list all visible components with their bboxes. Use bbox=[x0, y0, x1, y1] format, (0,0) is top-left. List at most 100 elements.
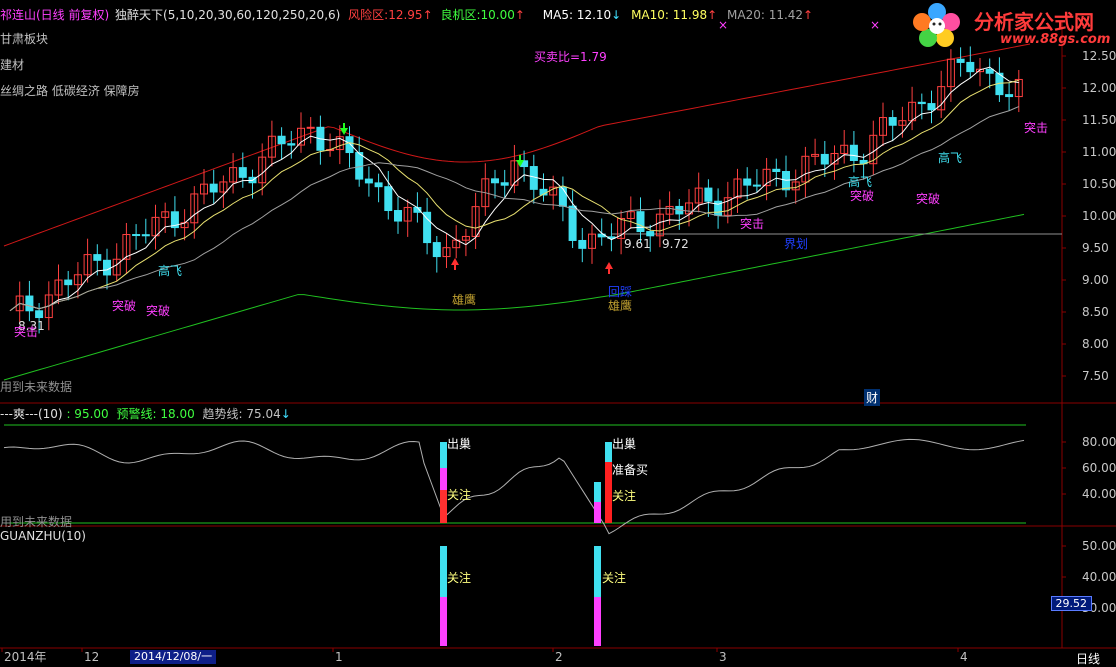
candle-body bbox=[578, 239, 587, 249]
chart-annotation: 突破 bbox=[146, 303, 170, 318]
candle-body bbox=[432, 242, 441, 258]
chart-annotation: 突破 bbox=[112, 298, 136, 313]
indicator2-name[interactable]: GUANZHU(10) bbox=[0, 529, 86, 543]
up-arrow-icon: ↑ bbox=[803, 8, 814, 22]
period-label[interactable]: 日线 bbox=[1076, 650, 1100, 667]
indicator1-header: ---爽---(10) : 95.00 预警线: 18.00 趋势线: 75.0… bbox=[0, 405, 291, 422]
candle-body bbox=[423, 211, 432, 244]
chart-annotation: 9.72 bbox=[662, 237, 689, 251]
candle-body bbox=[849, 144, 858, 161]
buy-arrow-icon bbox=[451, 258, 459, 265]
chart-annotation: 高飞 bbox=[848, 174, 872, 189]
guanzhu-bar bbox=[594, 597, 601, 646]
chart-annotation: 突击 bbox=[14, 324, 38, 339]
down-arrow-icon: ↓ bbox=[611, 8, 622, 22]
future-data-note: 用到未来数据 bbox=[0, 515, 73, 529]
up-arrow-icon: ↑ bbox=[707, 8, 718, 22]
x-axis-label: 1 bbox=[335, 650, 343, 664]
signal-bar bbox=[440, 490, 447, 523]
up-arrow-icon: ↑ bbox=[514, 8, 525, 22]
x-axis-label: 2 bbox=[555, 650, 563, 664]
candle-body bbox=[345, 136, 354, 154]
y-tick-label: 11.50 bbox=[1082, 113, 1116, 127]
signal-bar bbox=[594, 482, 601, 502]
warning-line-label: 预警线: 18.00 bbox=[116, 407, 195, 421]
risk-label: 风险区: bbox=[348, 8, 389, 22]
chart-annotation: 突击 bbox=[740, 216, 764, 231]
candle-body bbox=[558, 186, 567, 207]
marker-icon: × bbox=[870, 18, 880, 32]
ma10-label: MA10: 11.98 bbox=[631, 8, 708, 22]
candle-body bbox=[277, 135, 286, 145]
chart-annotation: 雄鹰 bbox=[452, 292, 476, 307]
candle-body bbox=[384, 186, 393, 212]
sector-label-3: 丝绸之路 低碳经济 保障房 bbox=[0, 84, 140, 98]
x-axis-label: 2014年 bbox=[4, 650, 47, 664]
formula-name[interactable]: 独醉天下(5,10,20,30,60,120,250,20,6) bbox=[115, 8, 340, 22]
y-tick-label: 60.00 bbox=[1082, 461, 1116, 475]
lower-band-line bbox=[3, 213, 1025, 381]
signal-bar bbox=[440, 468, 447, 490]
ma20-line bbox=[9, 106, 1019, 312]
candle-body bbox=[956, 58, 965, 63]
chart-annotation: 高飞 bbox=[938, 150, 962, 165]
candle-body bbox=[772, 168, 781, 173]
cursor-date: 2014/12/08/一 bbox=[130, 650, 217, 664]
chart-header: 祁连山(日线 前复权) 独醉天下(5,10,20,30,60,120,250,2… bbox=[0, 6, 813, 23]
x-axis-label: 4 bbox=[960, 650, 968, 664]
candle-body bbox=[927, 103, 936, 111]
chart-annotation: 9.61 bbox=[624, 237, 651, 251]
y-tick-label: 12.50 bbox=[1082, 49, 1116, 63]
candle-body bbox=[646, 231, 655, 237]
buy-sell-ratio: 买卖比=1.79 bbox=[534, 50, 607, 64]
chart-annotation: 突击 bbox=[1024, 120, 1048, 135]
candle-body bbox=[35, 310, 44, 319]
risk-value: 12.95 bbox=[388, 8, 423, 22]
signal-label: 准备买 bbox=[612, 463, 648, 477]
sector-label-1: 甘肃板块 bbox=[0, 32, 49, 46]
stock-title[interactable]: 祁连山(日线 前复权) bbox=[0, 8, 109, 22]
logo-text: 分析家公式网 bbox=[974, 10, 1094, 34]
y-tick-label: 10.50 bbox=[1082, 177, 1116, 191]
candle-body bbox=[103, 259, 111, 276]
candle-body bbox=[743, 178, 752, 186]
candle-body bbox=[966, 61, 975, 73]
y-tick-label: 40.00 bbox=[1082, 570, 1116, 584]
candle-body bbox=[238, 167, 247, 178]
oscillator-line bbox=[3, 438, 1025, 535]
y-tick-label: 40.00 bbox=[1082, 487, 1116, 501]
y-tick-label: 80.00 bbox=[1082, 435, 1116, 449]
chart-annotation: 高飞 bbox=[158, 263, 182, 278]
buy-arrow-icon bbox=[605, 262, 613, 269]
chart-annotation: 雄鹰 bbox=[608, 298, 632, 313]
chart-annotation: 突破 bbox=[916, 191, 940, 206]
y-tick-label: 50.00 bbox=[1082, 539, 1116, 553]
signal-label: 出巢 bbox=[612, 437, 636, 451]
chart-annotation: 突破 bbox=[850, 188, 874, 203]
signal-label: 出巢 bbox=[447, 437, 471, 451]
signal-bar bbox=[594, 502, 601, 523]
logo-url[interactable]: www.88gs.com bbox=[1000, 32, 1110, 47]
upper-band-line bbox=[3, 43, 1031, 247]
future-data-note: 用到未来数据 bbox=[0, 380, 73, 394]
signal-label: 关注 bbox=[612, 488, 636, 503]
finance-marker[interactable]: 财 bbox=[864, 389, 881, 406]
current-value-tag: 29.52 bbox=[1050, 596, 1092, 611]
candle-body bbox=[500, 182, 509, 186]
y-tick-label: 11.00 bbox=[1082, 145, 1116, 159]
indicator1-name[interactable]: ---爽---(10) bbox=[0, 407, 63, 421]
guanzhu-bar bbox=[594, 546, 601, 597]
guanzhu-bar bbox=[440, 597, 447, 646]
trend-line-label: 趋势线: 75.04 bbox=[202, 407, 281, 421]
candle-body bbox=[917, 101, 926, 105]
candle-body bbox=[568, 205, 577, 241]
x-axis-label: 3 bbox=[719, 650, 727, 664]
candle-body bbox=[141, 234, 150, 237]
y-tick-label: 8.00 bbox=[1082, 337, 1109, 351]
y-tick-label: 8.50 bbox=[1082, 305, 1109, 319]
ma5-label: MA5: 12.10 bbox=[542, 8, 612, 22]
stock-chart-canvas[interactable]: 12.50 12.00 11.50 11.00 10.50 10.00 9.50 9.00 8.… bbox=[0, 0, 1116, 665]
candle-body bbox=[752, 184, 761, 187]
y-tick-label: 7.50 bbox=[1082, 369, 1109, 383]
signal-bar bbox=[605, 462, 612, 523]
